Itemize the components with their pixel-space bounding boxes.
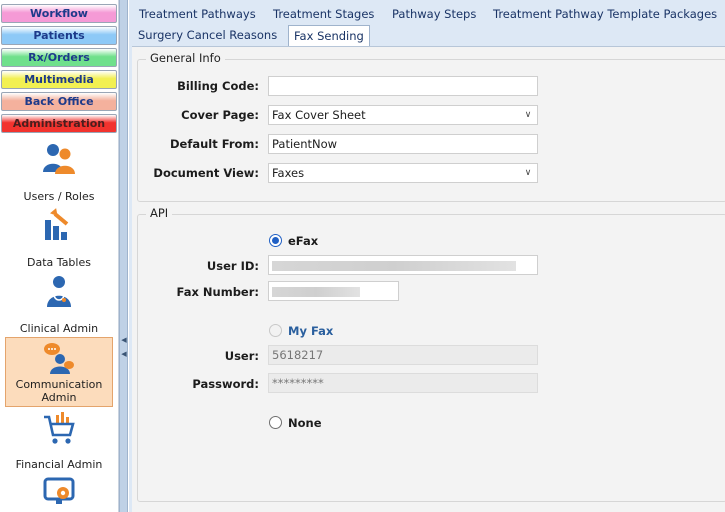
efax-radio[interactable] <box>269 234 282 247</box>
tile-financial-admin[interactable]: Financial Admin <box>5 408 113 474</box>
user-label: User: <box>224 349 259 363</box>
tab-treatment-pathway-template-packages[interactable]: Treatment Pathway Template Packages <box>493 5 717 24</box>
api-legend: API <box>146 206 173 220</box>
panel-splitter[interactable]: ◀ ◀ <box>119 0 128 512</box>
tab-fax-sending[interactable]: Fax Sending <box>288 25 370 46</box>
user-id-input[interactable] <box>268 255 538 275</box>
default-from-input[interactable]: PatientNow <box>268 134 538 154</box>
document-view-select[interactable]: Faxes ∨ <box>268 163 538 183</box>
module-navigation: Workflow Patients Rx/Orders Multimedia B… <box>0 0 119 512</box>
fax-number-input[interactable] <box>268 281 399 301</box>
module-administration-button[interactable]: Administration <box>1 114 117 133</box>
chevron-down-icon[interactable]: ∨ <box>522 108 534 122</box>
efax-label: eFax <box>288 234 319 248</box>
tile-users-roles[interactable]: Users / Roles <box>5 138 113 204</box>
none-label: None <box>288 416 322 430</box>
data-tables-icon <box>45 208 69 240</box>
tab-treatment-stages[interactable]: Treatment Stages <box>273 5 374 24</box>
users-roles-icon <box>43 144 75 174</box>
redacted-value <box>272 261 516 271</box>
cover-page-label: Cover Page: <box>181 108 259 122</box>
tile-clinical-admin[interactable]: Clinical Admin <box>5 270 113 336</box>
communication-admin-icon <box>44 343 74 374</box>
none-radio[interactable] <box>269 416 282 429</box>
password-label: Password: <box>192 377 259 391</box>
cover-page-select[interactable]: Fax Cover Sheet ∨ <box>268 105 538 125</box>
tile-system-admin[interactable] <box>5 474 113 512</box>
document-view-label: Document View: <box>153 166 259 180</box>
user-id-label: User ID: <box>206 259 259 273</box>
tile-label: Users / Roles <box>23 190 95 203</box>
module-back-office-button[interactable]: Back Office <box>1 92 117 111</box>
chevron-down-icon[interactable]: ∨ <box>522 166 534 180</box>
settings-monitor-icon <box>43 477 75 504</box>
tab-treatment-pathways[interactable]: Treatment Pathways <box>139 5 256 24</box>
main-panel: Treatment Pathways Treatment Stages Path… <box>129 0 725 512</box>
general-info-legend: General Info <box>146 51 225 65</box>
tile-label: Data Tables <box>27 256 91 269</box>
myfax-label: My Fax <box>288 324 334 338</box>
billing-code-label: Billing Code: <box>177 79 259 93</box>
tile-label: Financial Admin <box>15 458 103 471</box>
clinical-admin-icon <box>47 276 71 307</box>
document-view-value: Faxes <box>272 166 305 180</box>
fax-number-label: Fax Number: <box>176 285 259 299</box>
default-from-label: Default From: <box>169 137 259 151</box>
cover-page-value: Fax Cover Sheet <box>272 108 366 122</box>
tab-pathway-steps[interactable]: Pathway Steps <box>392 5 476 24</box>
user-input[interactable]: 5618217 <box>268 345 538 365</box>
module-multimedia-button[interactable]: Multimedia <box>1 70 117 89</box>
tile-communication-admin[interactable]: Communication Admin <box>5 337 113 407</box>
financial-admin-icon <box>44 412 75 444</box>
collapse-left-arrow-icon[interactable]: ◀ <box>121 336 127 344</box>
billing-code-input[interactable] <box>268 76 538 96</box>
module-patients-button[interactable]: Patients <box>1 26 117 45</box>
fax-sending-content: General Info Billing Code: Cover Page: F… <box>132 46 725 512</box>
tile-data-tables[interactable]: Data Tables <box>5 204 113 270</box>
tab-surgery-cancel-reasons[interactable]: Surgery Cancel Reasons <box>138 26 277 45</box>
myfax-radio[interactable] <box>269 324 282 337</box>
module-workflow-button[interactable]: Workflow <box>1 4 117 23</box>
tile-label: Clinical Admin <box>19 322 99 335</box>
redacted-value <box>272 287 360 297</box>
password-input[interactable]: ********* <box>268 373 538 393</box>
module-rx-orders-button[interactable]: Rx/Orders <box>1 48 117 67</box>
expand-right-arrow-icon[interactable]: ◀ <box>121 350 127 358</box>
tile-label: Communication Admin <box>15 378 103 404</box>
